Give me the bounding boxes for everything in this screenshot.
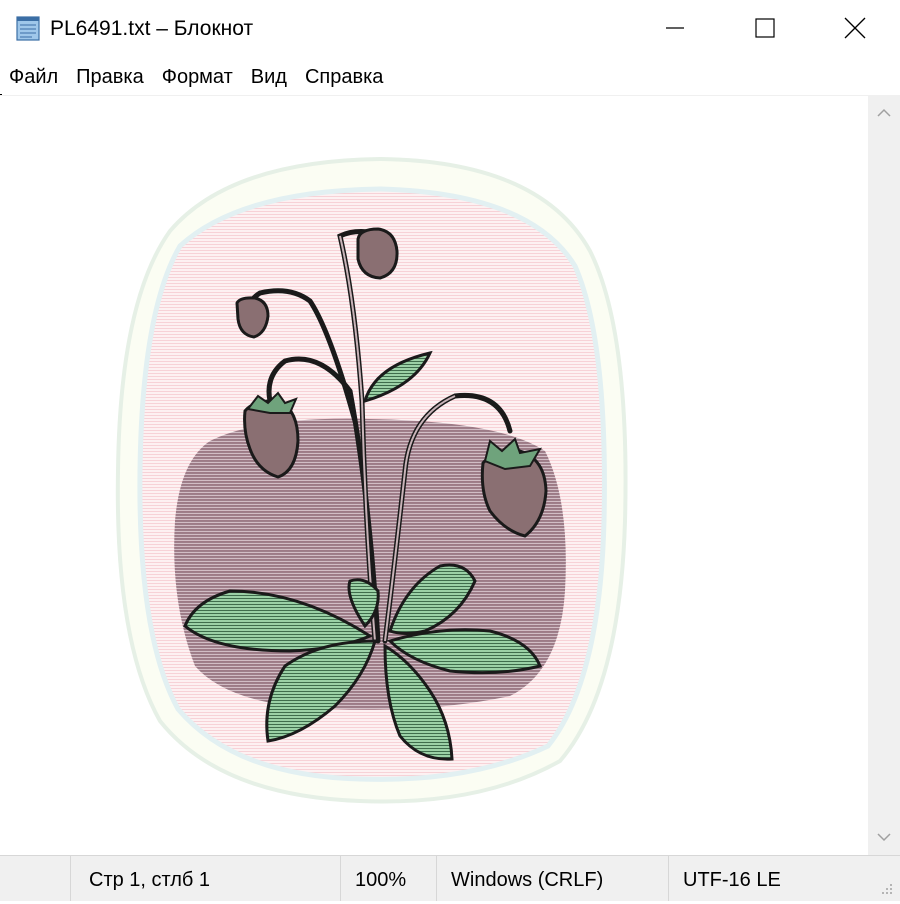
chevron-up-icon <box>877 108 891 117</box>
menu-edit[interactable]: Правка <box>67 60 153 94</box>
scroll-up-button[interactable] <box>868 95 900 131</box>
notepad-icon <box>14 14 42 42</box>
menu-format[interactable]: Формат <box>153 60 242 94</box>
close-button[interactable] <box>810 0 900 56</box>
cursor-position: Стр 1, стлб 1 <box>70 856 340 901</box>
zoom-level: 100% <box>340 856 436 901</box>
title-bar[interactable]: PL6491.txt – Блокнот <box>0 0 900 56</box>
menu-file[interactable]: Файл <box>0 60 67 94</box>
resize-grip-icon[interactable] <box>874 876 896 898</box>
window-title: PL6491.txt – Блокнот <box>50 17 254 40</box>
maximize-icon <box>755 18 775 38</box>
close-icon <box>844 17 866 39</box>
encoding: UTF-16 LE <box>668 856 868 901</box>
strawberry-plant-art <box>115 156 628 804</box>
menu-help[interactable]: Справка <box>296 60 392 94</box>
status-bar: Стр 1, стлб 1 100% Windows (CRLF) UTF-16… <box>0 855 900 901</box>
text-editor[interactable] <box>0 95 868 856</box>
menu-bar: Файл Правка Формат Вид Справка <box>0 60 900 94</box>
minimize-icon <box>666 27 684 29</box>
maximize-button[interactable] <box>720 0 810 56</box>
minimize-button[interactable] <box>630 0 720 56</box>
line-ending: Windows (CRLF) <box>436 856 668 901</box>
chevron-down-icon <box>877 833 891 842</box>
vertical-scrollbar[interactable] <box>868 95 900 855</box>
menu-view[interactable]: Вид <box>242 60 296 94</box>
scroll-down-button[interactable] <box>868 819 900 855</box>
